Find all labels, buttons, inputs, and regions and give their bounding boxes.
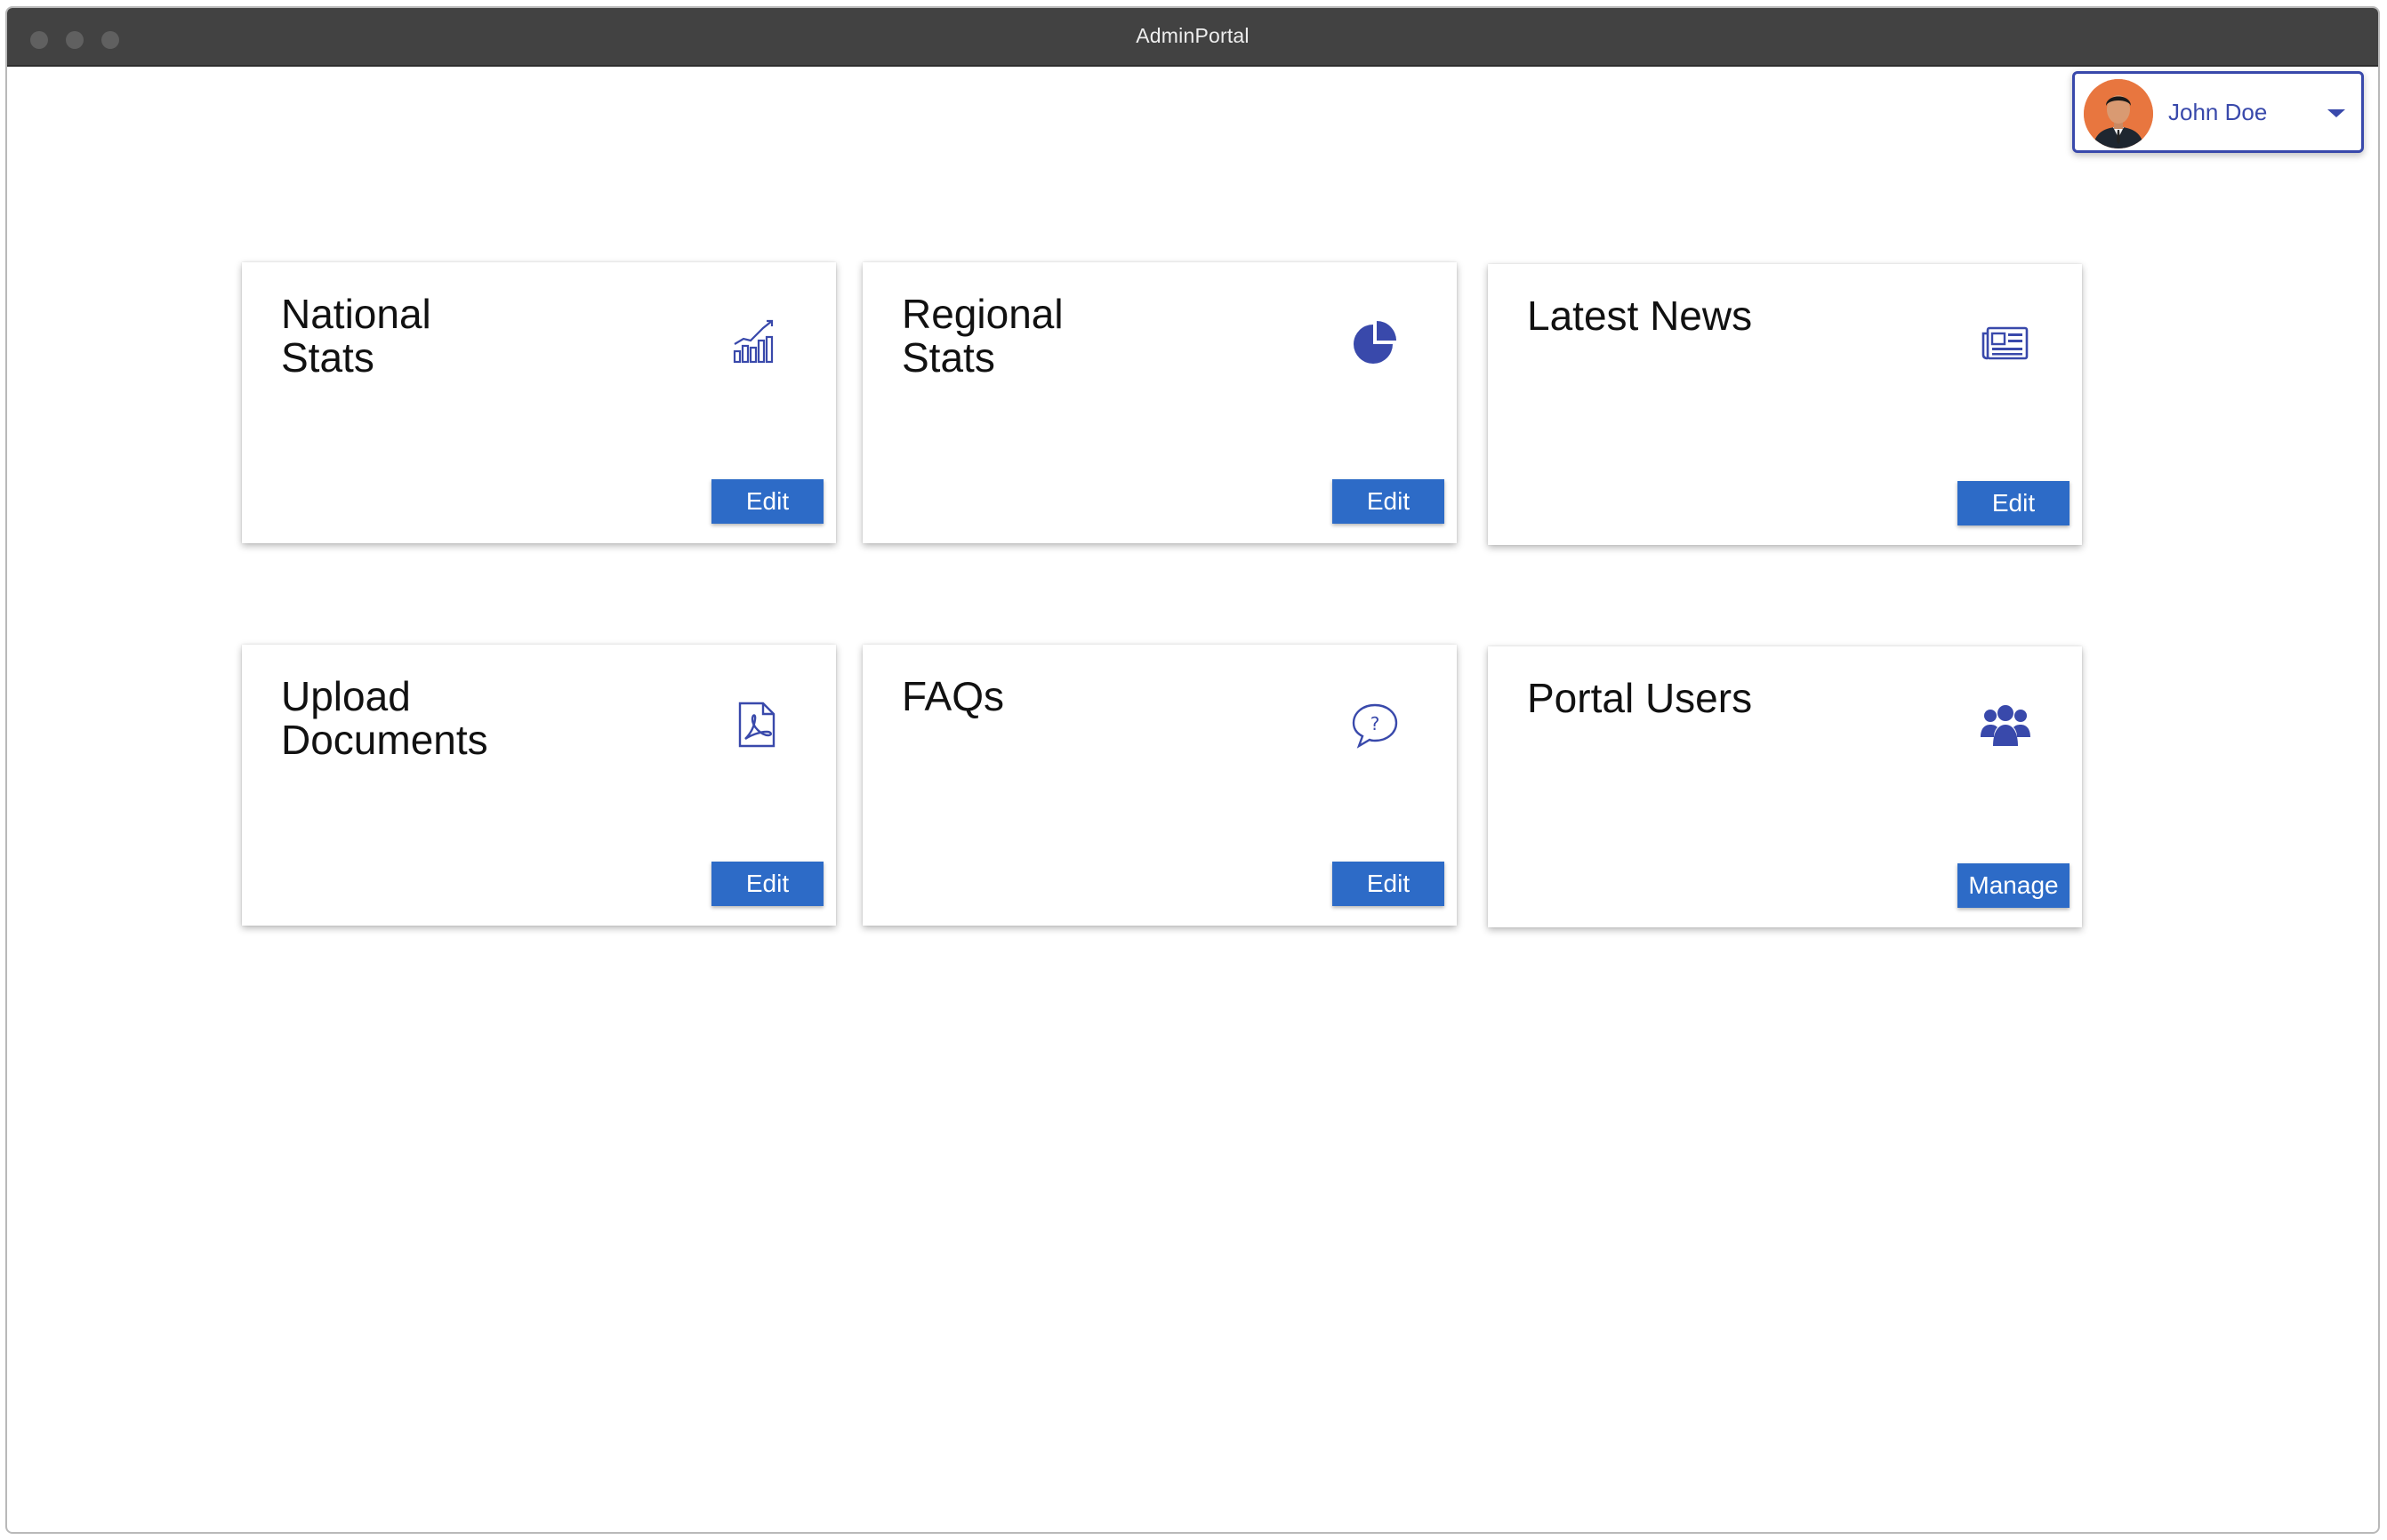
card-title: Portal Users	[1527, 675, 1753, 721]
users-group-icon	[1981, 702, 2030, 751]
card-portal-users: Portal Users Manage	[1488, 646, 2082, 927]
card-title: FAQs	[902, 673, 1005, 719]
manage-button[interactable]: Manage	[1957, 863, 2070, 908]
question-bubble-icon: ?	[1350, 700, 1400, 750]
edit-button[interactable]: Edit	[1957, 481, 2070, 525]
card-upload-documents: Upload Documents Edit	[242, 645, 836, 926]
caret-down-icon[interactable]	[2327, 109, 2345, 117]
card-faqs: FAQs ? Edit	[863, 645, 1457, 926]
user-name: John Doe	[2168, 99, 2268, 125]
user-menu-dropdown[interactable]: John Doe	[2072, 71, 2364, 153]
card-title: Upload Documents	[281, 673, 488, 763]
card-title: Latest News	[1527, 293, 1753, 339]
edit-button[interactable]: Edit	[711, 479, 824, 524]
bar-line-chart-icon	[731, 317, 781, 367]
newspaper-icon	[1981, 319, 2030, 369]
pie-chart-icon	[1350, 317, 1400, 367]
window-titlebar: AdminPortal	[7, 8, 2378, 67]
card-latest-news: Latest News Edit	[1488, 264, 2082, 545]
edit-button[interactable]: Edit	[1332, 479, 1444, 524]
edit-button[interactable]: Edit	[711, 862, 824, 906]
window-title: AdminPortal	[1136, 24, 1250, 47]
card-title: Regional Stats	[902, 291, 1064, 381]
user-avatar	[2084, 79, 2153, 148]
card-regional-stats: Regional Stats Edit	[863, 262, 1457, 543]
pdf-file-icon	[731, 700, 781, 750]
card-national-stats: National Stats Edit	[242, 262, 836, 543]
edit-button[interactable]: Edit	[1332, 862, 1444, 906]
app-window: AdminPortal John Doe National Stats Edit…	[5, 6, 2380, 1534]
svg-text:?: ?	[1370, 713, 1380, 734]
card-title: National Stats	[281, 291, 431, 381]
